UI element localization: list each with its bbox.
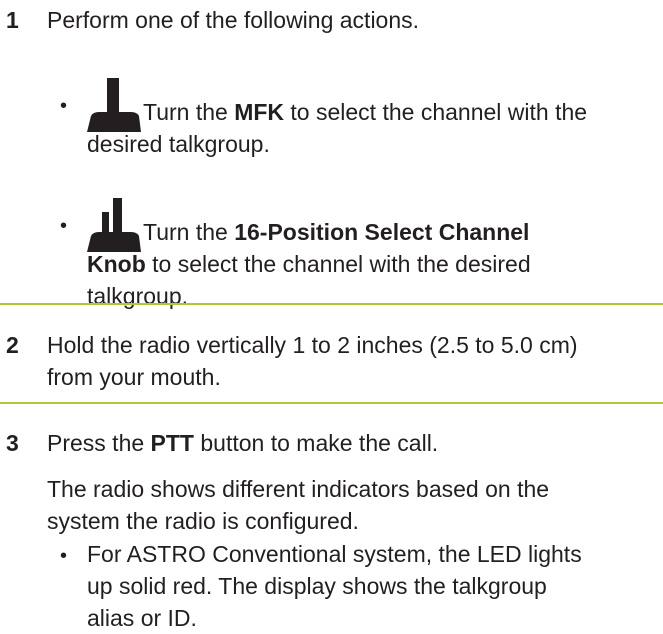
option-knob-line2: Knob to select the channel with the desi… bbox=[87, 251, 531, 277]
mfk-label: MFK bbox=[234, 99, 285, 125]
step-text: Press the PTT button to make the call. bbox=[47, 430, 439, 456]
bullet: • bbox=[60, 95, 68, 117]
option-mfk-line1: Turn the MFK to select the channel with … bbox=[87, 72, 659, 132]
radio-single-antenna-icon bbox=[87, 76, 141, 132]
bullet: • bbox=[60, 545, 68, 567]
radio-dual-antenna-icon bbox=[87, 196, 141, 252]
procedure-page: 1 Perform one of the following actions. … bbox=[0, 0, 663, 634]
select-knob-label: 16-Position Select Channel bbox=[234, 219, 530, 245]
bullet: • bbox=[60, 215, 68, 237]
step-text: Hold the radio vertically 1 to 2 inches … bbox=[47, 332, 578, 390]
option-knob-line3: talkgroup. bbox=[87, 283, 189, 309]
astro-conventional-note: For ASTRO Conventional system, the LED l… bbox=[87, 541, 582, 631]
step-divider bbox=[0, 303, 663, 305]
option-mfk-line2: desired talkgroup. bbox=[87, 131, 270, 157]
ptt-label: PTT bbox=[150, 430, 194, 456]
step-3-note: The radio shows different indicators bas… bbox=[47, 476, 550, 534]
option-mfk: Turn the MFK to select the channel with … bbox=[87, 72, 659, 160]
option-select-knob: Turn the 16-Position Select Channel Knob… bbox=[87, 192, 659, 312]
step-text: Perform one of the following actions. bbox=[47, 7, 420, 33]
step-divider bbox=[0, 402, 663, 404]
option-knob-line1: Turn the 16-Position Select Channel bbox=[87, 192, 659, 252]
step-number: 1 bbox=[6, 7, 19, 33]
step-number: 2 bbox=[6, 332, 19, 358]
step-number: 3 bbox=[6, 430, 19, 456]
